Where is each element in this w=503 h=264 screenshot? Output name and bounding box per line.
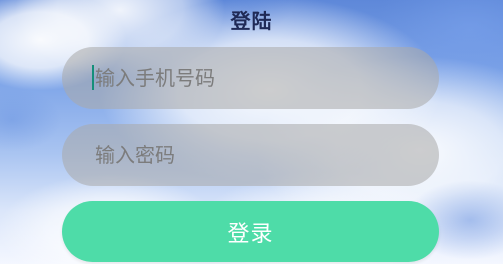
password-field-container xyxy=(62,123,439,187)
text-caret xyxy=(92,65,94,90)
phone-input[interactable] xyxy=(93,46,439,110)
page-title: 登陆 xyxy=(230,9,273,33)
phone-field-container xyxy=(62,46,439,110)
login-button[interactable]: 登录 xyxy=(62,201,439,262)
password-input[interactable] xyxy=(93,123,439,187)
